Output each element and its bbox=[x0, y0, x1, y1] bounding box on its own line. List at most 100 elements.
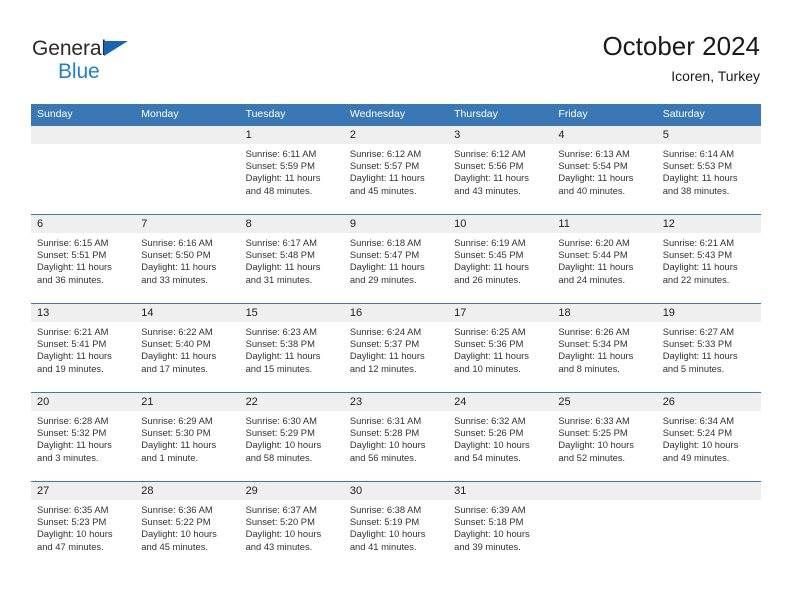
day-cell[interactable]: Sunrise: 6:39 AM Sunset: 5:18 PM Dayligh… bbox=[448, 500, 552, 570]
day-number[interactable]: 28 bbox=[135, 482, 239, 500]
sunset-line: Sunset: 5:40 PM bbox=[141, 338, 211, 350]
day-cell[interactable]: Sunrise: 6:24 AM Sunset: 5:37 PM Dayligh… bbox=[344, 322, 448, 392]
day-cell[interactable]: Sunrise: 6:31 AM Sunset: 5:28 PM Dayligh… bbox=[344, 411, 448, 481]
day-cell[interactable]: Sunrise: 6:16 AM Sunset: 5:50 PM Dayligh… bbox=[135, 233, 239, 303]
day-cell[interactable]: Sunrise: 6:33 AM Sunset: 5:25 PM Dayligh… bbox=[552, 411, 656, 481]
day-number[interactable]: 14 bbox=[135, 304, 239, 322]
day-number[interactable] bbox=[552, 482, 656, 500]
sunset-line: Sunset: 5:24 PM bbox=[662, 427, 732, 439]
day-number[interactable]: 18 bbox=[552, 304, 656, 322]
day-cell[interactable]: Sunrise: 6:38 AM Sunset: 5:19 PM Dayligh… bbox=[344, 500, 448, 570]
day-number[interactable]: 29 bbox=[240, 482, 344, 500]
day-cell[interactable]: Sunrise: 6:21 AM Sunset: 5:41 PM Dayligh… bbox=[31, 322, 135, 392]
day-number[interactable]: 13 bbox=[31, 304, 135, 322]
daylight-line-cont: and 36 minutes. bbox=[37, 273, 104, 285]
day-cell[interactable]: Sunrise: 6:37 AM Sunset: 5:20 PM Dayligh… bbox=[240, 500, 344, 570]
day-cell[interactable] bbox=[135, 144, 239, 214]
daylight-line-cont: and 15 minutes. bbox=[245, 362, 313, 374]
day-number[interactable]: 26 bbox=[657, 393, 761, 411]
day-number[interactable]: 27 bbox=[31, 482, 135, 500]
day-number[interactable]: 19 bbox=[657, 304, 761, 322]
day-number[interactable]: 6 bbox=[31, 215, 135, 233]
day-number[interactable]: 25 bbox=[552, 393, 656, 411]
day-number[interactable]: 21 bbox=[135, 393, 239, 411]
daylight-line: Daylight: 11 hours bbox=[141, 261, 217, 273]
day-cell[interactable]: Sunrise: 6:29 AM Sunset: 5:30 PM Dayligh… bbox=[135, 411, 239, 481]
day-number[interactable]: 20 bbox=[31, 393, 135, 411]
week-daynum-band: 6 7 8 9 10 11 12 bbox=[31, 215, 761, 233]
day-number[interactable]: 30 bbox=[344, 482, 448, 500]
day-number[interactable]: 31 bbox=[448, 482, 552, 500]
day-number[interactable]: 4 bbox=[552, 126, 656, 144]
day-cell[interactable]: Sunrise: 6:30 AM Sunset: 5:29 PM Dayligh… bbox=[240, 411, 344, 481]
day-number[interactable]: 23 bbox=[344, 393, 448, 411]
week-row: 1 2 3 4 5 Sunrise: 6:11 AM Sunset: 5:59 … bbox=[31, 125, 761, 214]
day-cell[interactable]: Sunrise: 6:23 AM Sunset: 5:38 PM Dayligh… bbox=[240, 322, 344, 392]
day-cell[interactable]: Sunrise: 6:26 AM Sunset: 5:34 PM Dayligh… bbox=[552, 322, 656, 392]
day-number[interactable]: 2 bbox=[344, 126, 448, 144]
day-cell[interactable]: Sunrise: 6:14 AM Sunset: 5:53 PM Dayligh… bbox=[657, 144, 761, 214]
sunrise-line: Sunrise: 6:38 AM bbox=[349, 504, 422, 515]
day-cell[interactable]: Sunrise: 6:12 AM Sunset: 5:57 PM Dayligh… bbox=[344, 144, 448, 214]
sunset-line: Sunset: 5:43 PM bbox=[662, 249, 732, 261]
day-cell[interactable]: Sunrise: 6:27 AM Sunset: 5:33 PM Dayligh… bbox=[657, 322, 761, 392]
day-number[interactable]: 16 bbox=[344, 304, 448, 322]
day-cell[interactable]: Sunrise: 6:15 AM Sunset: 5:51 PM Dayligh… bbox=[31, 233, 135, 303]
day-cell[interactable] bbox=[657, 500, 761, 570]
day-cell[interactable]: Sunrise: 6:18 AM Sunset: 5:47 PM Dayligh… bbox=[344, 233, 448, 303]
daylight-line-cont: and 29 minutes. bbox=[349, 273, 417, 285]
daylight-line: Daylight: 11 hours bbox=[37, 439, 112, 451]
daylight-line-cont: and 19 minutes. bbox=[37, 362, 104, 374]
day-cell[interactable] bbox=[31, 144, 135, 214]
day-number[interactable]: 15 bbox=[240, 304, 344, 322]
day-number[interactable]: 11 bbox=[552, 215, 656, 233]
day-cell[interactable]: Sunrise: 6:11 AM Sunset: 5:59 PM Dayligh… bbox=[240, 144, 344, 214]
day-number[interactable]: 7 bbox=[135, 215, 239, 233]
sunset-line: Sunset: 5:53 PM bbox=[662, 160, 732, 172]
day-number[interactable]: 24 bbox=[448, 393, 552, 411]
day-cell[interactable]: Sunrise: 6:21 AM Sunset: 5:43 PM Dayligh… bbox=[657, 233, 761, 303]
day-cell[interactable]: Sunrise: 6:36 AM Sunset: 5:22 PM Dayligh… bbox=[135, 500, 239, 570]
day-number[interactable]: 3 bbox=[448, 126, 552, 144]
daylight-line-cont: and 58 minutes. bbox=[245, 451, 313, 463]
sunrise-line: Sunrise: 6:22 AM bbox=[141, 326, 213, 337]
sunrise-line: Sunrise: 6:20 AM bbox=[558, 237, 630, 248]
daylight-line-cont: and 12 minutes. bbox=[349, 362, 417, 374]
day-number[interactable]: 22 bbox=[240, 393, 344, 411]
day-number[interactable]: 10 bbox=[448, 215, 552, 233]
day-cell[interactable]: Sunrise: 6:19 AM Sunset: 5:45 PM Dayligh… bbox=[448, 233, 552, 303]
sunrise-line: Sunrise: 6:29 AM bbox=[141, 415, 213, 426]
day-cell[interactable]: Sunrise: 6:22 AM Sunset: 5:40 PM Dayligh… bbox=[135, 322, 239, 392]
day-cell[interactable]: Sunrise: 6:35 AM Sunset: 5:23 PM Dayligh… bbox=[31, 500, 135, 570]
daylight-line: Daylight: 10 hours bbox=[245, 528, 322, 540]
page-title: October 2024 bbox=[602, 31, 760, 61]
day-cell[interactable]: Sunrise: 6:25 AM Sunset: 5:36 PM Dayligh… bbox=[448, 322, 552, 392]
daylight-line: Daylight: 10 hours bbox=[662, 439, 739, 451]
daylight-line-cont: and 49 minutes. bbox=[662, 451, 730, 463]
daylight-line-cont: and 52 minutes. bbox=[558, 451, 626, 463]
day-cell[interactable]: Sunrise: 6:28 AM Sunset: 5:32 PM Dayligh… bbox=[31, 411, 135, 481]
day-number[interactable]: 9 bbox=[344, 215, 448, 233]
day-cell[interactable]: Sunrise: 6:13 AM Sunset: 5:54 PM Dayligh… bbox=[552, 144, 656, 214]
day-number[interactable]: 8 bbox=[240, 215, 344, 233]
day-number[interactable]: 12 bbox=[657, 215, 761, 233]
day-number[interactable]: 5 bbox=[657, 126, 761, 144]
day-cell[interactable] bbox=[552, 500, 656, 570]
sunset-line: Sunset: 5:48 PM bbox=[245, 249, 315, 261]
sunrise-line: Sunrise: 6:16 AM bbox=[141, 237, 213, 248]
day-number[interactable]: 1 bbox=[240, 126, 344, 144]
day-cell[interactable]: Sunrise: 6:12 AM Sunset: 5:56 PM Dayligh… bbox=[448, 144, 552, 214]
day-number[interactable] bbox=[31, 126, 135, 144]
week-body: Sunrise: 6:11 AM Sunset: 5:59 PM Dayligh… bbox=[31, 144, 761, 214]
daylight-line-cont: and 3 minutes. bbox=[37, 451, 99, 463]
day-cell[interactable]: Sunrise: 6:32 AM Sunset: 5:26 PM Dayligh… bbox=[448, 411, 552, 481]
sunrise-line: Sunrise: 6:33 AM bbox=[558, 415, 630, 426]
day-cell[interactable]: Sunrise: 6:20 AM Sunset: 5:44 PM Dayligh… bbox=[552, 233, 656, 303]
brand-logo[interactable]: General Blue bbox=[32, 38, 252, 86]
day-cell[interactable]: Sunrise: 6:34 AM Sunset: 5:24 PM Dayligh… bbox=[657, 411, 761, 481]
day-number[interactable]: 17 bbox=[448, 304, 552, 322]
day-cell[interactable]: Sunrise: 6:17 AM Sunset: 5:48 PM Dayligh… bbox=[240, 233, 344, 303]
day-number[interactable] bbox=[135, 126, 239, 144]
day-number[interactable] bbox=[657, 482, 761, 500]
page-header: General Blue October 2024 Icoren, Turkey bbox=[0, 0, 792, 104]
